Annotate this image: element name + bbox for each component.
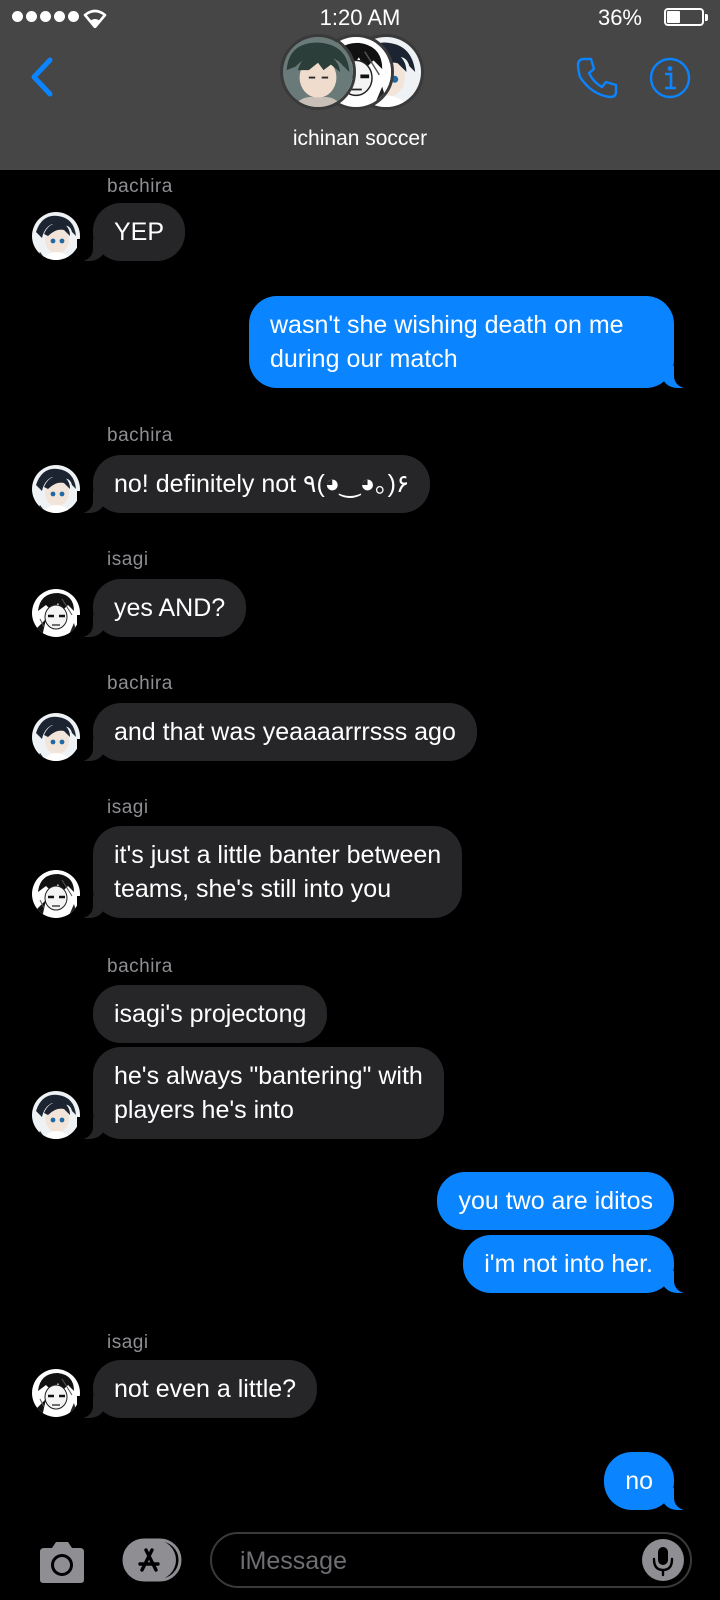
app-store-icon[interactable] <box>122 1538 182 1582</box>
battery-icon <box>664 8 708 26</box>
outgoing-message[interactable]: you two are iditos <box>437 1172 674 1230</box>
sender-name: bachira <box>107 425 173 446</box>
input-placeholder: iMessage <box>240 1547 347 1575</box>
incoming-message[interactable]: no! definitely not ٩(◕‿◕｡)۶ <box>76 455 431 513</box>
member-avatar <box>280 34 356 110</box>
sender-name: bachira <box>107 956 173 977</box>
avatar <box>32 1091 80 1139</box>
incoming-message[interactable]: and that was yeaaaarrrsss ago <box>77 703 477 761</box>
sender-name: isagi <box>107 549 149 570</box>
incoming-message[interactable]: YEP <box>76 203 186 261</box>
avatar <box>32 589 80 637</box>
incoming-message[interactable]: it's just a little banter between teams, … <box>76 826 463 918</box>
conversation-title[interactable]: ichinan soccer <box>0 127 720 151</box>
incoming-message[interactable]: yes AND? <box>76 579 247 637</box>
outgoing-message[interactable]: i'm not into her. <box>463 1235 690 1293</box>
status-bar: 1:20 AM 36% <box>0 0 720 34</box>
incoming-message[interactable]: isagi's projectong <box>93 985 328 1043</box>
phone-icon[interactable] <box>574 55 620 101</box>
imessage-input[interactable]: iMessage <box>210 1532 692 1588</box>
outgoing-message[interactable]: wasn't she wishing death on me during our… <box>249 296 690 388</box>
microphone-icon[interactable] <box>642 1539 684 1581</box>
camera-icon[interactable] <box>36 1540 88 1584</box>
conversation-header: 1:20 AM 36% ichinan soccer <box>0 0 720 170</box>
outgoing-message[interactable]: no <box>604 1452 690 1510</box>
sender-name: isagi <box>107 797 149 818</box>
incoming-message[interactable]: he's always "bantering" with players he's… <box>77 1047 444 1139</box>
avatar <box>32 1369 80 1417</box>
sender-name: bachira <box>107 176 173 197</box>
sender-name: bachira <box>107 673 173 694</box>
battery-percentage: 36% <box>597 5 642 30</box>
info-icon[interactable] <box>649 57 691 99</box>
avatar <box>32 713 80 761</box>
avatar <box>32 212 80 260</box>
incoming-message[interactable]: not even a little? <box>76 1360 318 1418</box>
sender-name: isagi <box>107 1332 149 1353</box>
group-avatar-stack[interactable] <box>280 30 440 116</box>
avatar <box>32 870 80 918</box>
avatar <box>32 465 80 513</box>
chevron-left-icon[interactable] <box>24 52 64 102</box>
